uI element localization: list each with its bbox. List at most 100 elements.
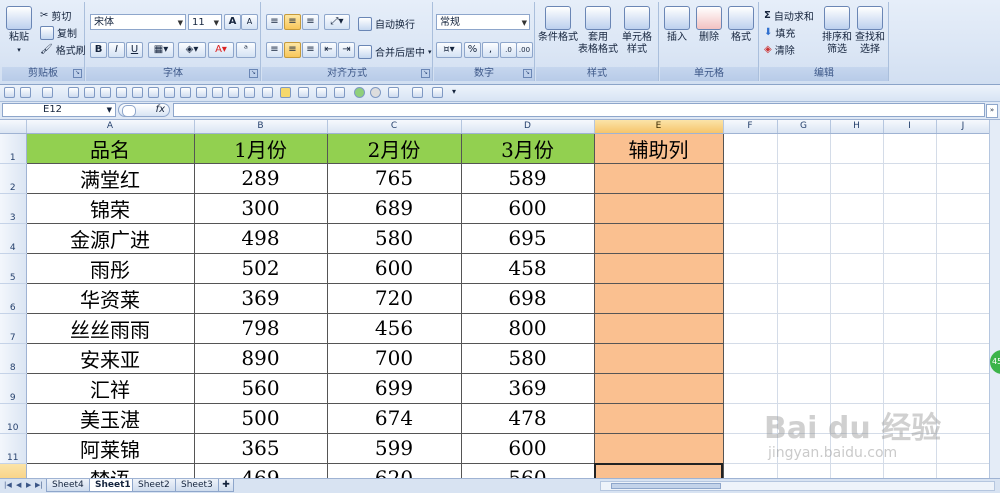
align-right-button[interactable]: ≡	[302, 42, 319, 58]
align-middle-button[interactable]: ≡	[284, 14, 301, 30]
sort-icon[interactable]	[196, 87, 207, 98]
empty-cell[interactable]	[723, 403, 778, 434]
find-select-button[interactable]: 查找和 选择	[854, 6, 886, 56]
zoom-badge[interactable]: 45	[990, 350, 1000, 374]
feb-cell[interactable]: 599	[326, 432, 462, 464]
row-header[interactable]: 1	[0, 133, 27, 164]
empty-cell[interactable]	[883, 463, 937, 478]
empty-cell[interactable]	[830, 433, 884, 464]
empty-cell[interactable]	[777, 403, 831, 434]
chart-icon[interactable]	[148, 87, 159, 98]
empty-cell[interactable]	[830, 223, 884, 254]
empty-cell[interactable]	[777, 223, 831, 254]
dialog-launcher-icon[interactable]: ↘	[523, 69, 532, 78]
number-format-select[interactable]: 常规 ▼	[436, 14, 530, 30]
last-sheet-icon[interactable]: ▶|	[35, 481, 43, 489]
jan-cell[interactable]: 300	[193, 192, 328, 224]
circle-green-icon[interactable]	[354, 87, 365, 98]
new-file-icon[interactable]	[68, 87, 79, 98]
column-header[interactable]: I	[883, 120, 937, 134]
font-color-button[interactable]: A▾	[208, 42, 234, 58]
grid-icon[interactable]	[432, 87, 443, 98]
mar-cell[interactable]: 800	[460, 312, 595, 344]
delete-button[interactable]: 删除	[694, 6, 724, 44]
helper-cell[interactable]	[593, 342, 724, 374]
grow-font-button[interactable]: A	[224, 14, 241, 30]
italic-button[interactable]: I	[108, 42, 125, 58]
mar-cell[interactable]: 600	[460, 432, 595, 464]
dialog-launcher-icon[interactable]: ↘	[249, 69, 258, 78]
empty-cell[interactable]	[883, 193, 937, 224]
active-cell[interactable]	[593, 462, 724, 478]
helper-cell[interactable]	[593, 402, 724, 434]
jan-cell[interactable]: 365	[193, 432, 328, 464]
empty-cell[interactable]	[723, 283, 778, 314]
row-header[interactable]: 2	[0, 163, 27, 194]
clear-button[interactable]: ◈ 清除	[764, 42, 795, 57]
empty-cell[interactable]	[723, 133, 778, 164]
decrease-decimal-button[interactable]: .00	[516, 42, 533, 58]
cell-styles-button[interactable]: 单元格 样式	[618, 6, 656, 56]
helper-cell[interactable]	[593, 222, 724, 254]
row-header[interactable]: 3	[0, 193, 27, 224]
empty-cell[interactable]	[723, 253, 778, 284]
feb-cell[interactable]: 674	[326, 402, 462, 434]
helper-cell[interactable]	[593, 432, 724, 464]
feb-cell[interactable]: 600	[326, 252, 462, 284]
font-name-select[interactable]: 宋体 ▼	[90, 14, 186, 30]
empty-cell[interactable]	[883, 373, 937, 404]
empty-cell[interactable]	[883, 223, 937, 254]
empty-cell[interactable]	[830, 313, 884, 344]
empty-cell[interactable]	[777, 463, 831, 478]
insert-button[interactable]: 插入	[662, 6, 692, 44]
macro-icon[interactable]	[262, 87, 273, 98]
jan-cell[interactable]: 498	[193, 222, 328, 254]
empty-cell[interactable]	[723, 373, 778, 404]
empty-cell[interactable]	[883, 283, 937, 314]
bold-button[interactable]: B	[90, 42, 107, 58]
horizontal-scrollbar[interactable]	[600, 481, 995, 491]
shrink-font-button[interactable]: A	[241, 14, 258, 30]
empty-cell[interactable]	[936, 343, 991, 374]
empty-cell[interactable]	[777, 343, 831, 374]
product-cell[interactable]: 丝丝雨雨	[25, 312, 195, 344]
product-cell[interactable]: 金源广进	[25, 222, 195, 254]
mar-cell[interactable]: 560	[460, 462, 595, 478]
product-cell[interactable]: 华资莱	[25, 282, 195, 314]
column-header[interactable]: J	[936, 120, 991, 134]
jan-cell[interactable]: 798	[193, 312, 328, 344]
empty-cell[interactable]	[830, 403, 884, 434]
camera-icon[interactable]	[116, 87, 127, 98]
helper-cell[interactable]	[593, 372, 724, 404]
empty-cell[interactable]	[777, 433, 831, 464]
row-header[interactable]: 6	[0, 283, 27, 314]
empty-cell[interactable]	[723, 223, 778, 254]
empty-cell[interactable]	[936, 313, 991, 344]
helper-cell[interactable]	[593, 192, 724, 224]
product-cell[interactable]: 梦语	[25, 462, 195, 478]
feb-cell[interactable]: 720	[326, 282, 462, 314]
row-header[interactable]: 10	[0, 403, 27, 434]
header-cell-feb[interactable]: 2月份	[326, 132, 462, 164]
filter-icon[interactable]	[212, 87, 223, 98]
empty-cell[interactable]	[936, 253, 991, 284]
shapes-icon[interactable]	[298, 87, 309, 98]
dialog-launcher-icon[interactable]: ↘	[421, 69, 430, 78]
helper-cell[interactable]	[593, 282, 724, 314]
draw-icon[interactable]	[228, 87, 239, 98]
column-header[interactable]: H	[830, 120, 884, 134]
dialog-launcher-icon[interactable]: ↘	[73, 69, 82, 78]
first-sheet-icon[interactable]: |◀	[4, 481, 12, 489]
mar-cell[interactable]: 600	[460, 192, 595, 224]
format-as-table-button[interactable]: 套用 表格格式	[578, 6, 618, 56]
feb-cell[interactable]: 620	[326, 462, 462, 478]
empty-cell[interactable]	[936, 433, 991, 464]
product-cell[interactable]: 美玉湛	[25, 402, 195, 434]
print-icon[interactable]	[100, 87, 111, 98]
phonetic-button[interactable]: ᵃ	[236, 42, 256, 58]
jan-cell[interactable]: 500	[193, 402, 328, 434]
customize-icon[interactable]: ▾	[452, 87, 463, 98]
insert-row-icon[interactable]	[316, 87, 327, 98]
sheet-tab-sheet4[interactable]: Sheet4	[46, 479, 90, 492]
empty-cell[interactable]	[936, 223, 991, 254]
